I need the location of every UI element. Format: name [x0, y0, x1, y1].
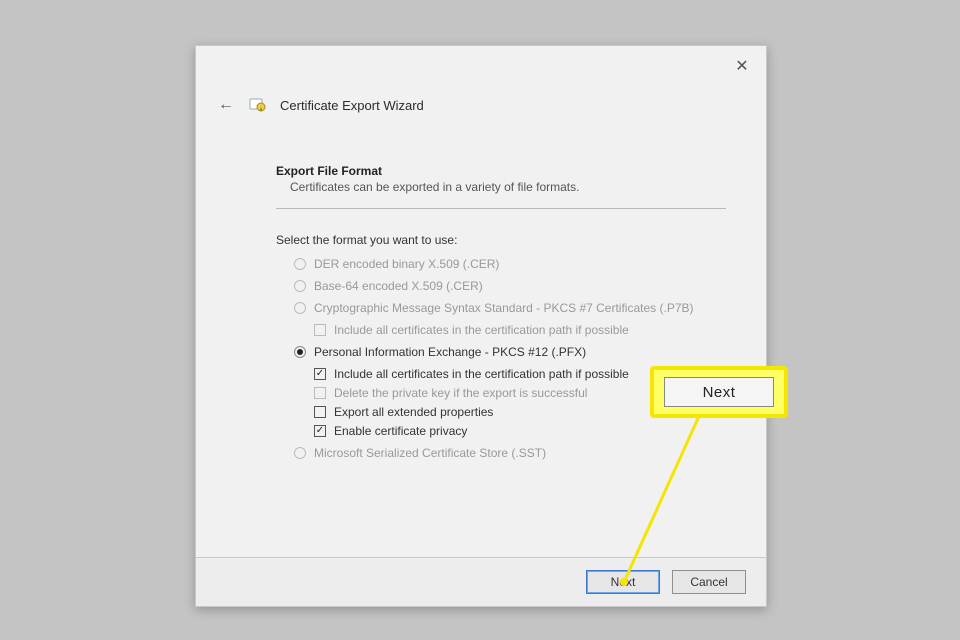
certificate-icon: [248, 96, 266, 114]
radio-der: DER encoded binary X.509 (.CER): [294, 257, 726, 271]
export-wizard-dialog: ✕ ← Certificate Export Wizard Export Fil…: [195, 45, 767, 607]
close-button[interactable]: ✕: [730, 54, 754, 78]
checkbox-label: Enable certificate privacy: [334, 424, 467, 438]
radio-pfx[interactable]: Personal Information Exchange - PKCS #12…: [294, 345, 726, 359]
next-button[interactable]: Next: [586, 570, 660, 594]
section-heading: Export File Format: [276, 164, 726, 178]
annotation-button: Next: [664, 377, 774, 407]
radio-icon: [294, 302, 306, 314]
radio-icon: [294, 447, 306, 459]
wizard-title: Certificate Export Wizard: [280, 98, 424, 113]
format-prompt: Select the format you want to use:: [276, 233, 726, 247]
cancel-button[interactable]: Cancel: [672, 570, 746, 594]
back-arrow-icon[interactable]: ←: [218, 96, 234, 114]
radio-label: Microsoft Serialized Certificate Store (…: [314, 446, 546, 460]
checkbox-icon: [314, 324, 326, 336]
checkbox-pfx-privacy[interactable]: ✓ Enable certificate privacy: [314, 424, 726, 438]
checkbox-icon: ✓: [314, 368, 326, 380]
annotation-callout: Next: [650, 366, 788, 418]
button-label: Next: [611, 575, 636, 589]
radio-sst: Microsoft Serialized Certificate Store (…: [294, 446, 726, 460]
content-area: Export File Format Certificates can be e…: [276, 164, 726, 468]
radio-label: Cryptographic Message Syntax Standard - …: [314, 301, 694, 315]
checkbox-label: Delete the private key if the export is …: [334, 386, 587, 400]
annotation-label: Next: [703, 384, 736, 401]
checkbox-icon: ✓: [314, 425, 326, 437]
radio-label: DER encoded binary X.509 (.CER): [314, 257, 499, 271]
radio-icon: [294, 346, 306, 358]
checkbox-label: Include all certificates in the certific…: [334, 323, 629, 337]
button-label: Cancel: [690, 575, 727, 589]
checkbox-label: Include all certificates in the certific…: [334, 367, 629, 381]
close-icon: ✕: [735, 56, 748, 76]
radio-icon: [294, 280, 306, 292]
radio-label: Base-64 encoded X.509 (.CER): [314, 279, 483, 293]
radio-icon: [294, 258, 306, 270]
checkbox-pkcs7-include: Include all certificates in the certific…: [314, 323, 726, 337]
wizard-header: ← Certificate Export Wizard: [218, 96, 424, 114]
checkbox-icon: [314, 406, 326, 418]
radio-pkcs7: Cryptographic Message Syntax Standard - …: [294, 301, 726, 315]
checkbox-label: Export all extended properties: [334, 405, 493, 419]
dialog-footer: Next Cancel: [196, 557, 766, 606]
divider: [276, 208, 726, 209]
radio-label: Personal Information Exchange - PKCS #12…: [314, 345, 586, 359]
format-options: DER encoded binary X.509 (.CER) Base-64 …: [294, 257, 726, 460]
section-subtext: Certificates can be exported in a variet…: [290, 180, 726, 194]
radio-base64: Base-64 encoded X.509 (.CER): [294, 279, 726, 293]
checkbox-icon: [314, 387, 326, 399]
